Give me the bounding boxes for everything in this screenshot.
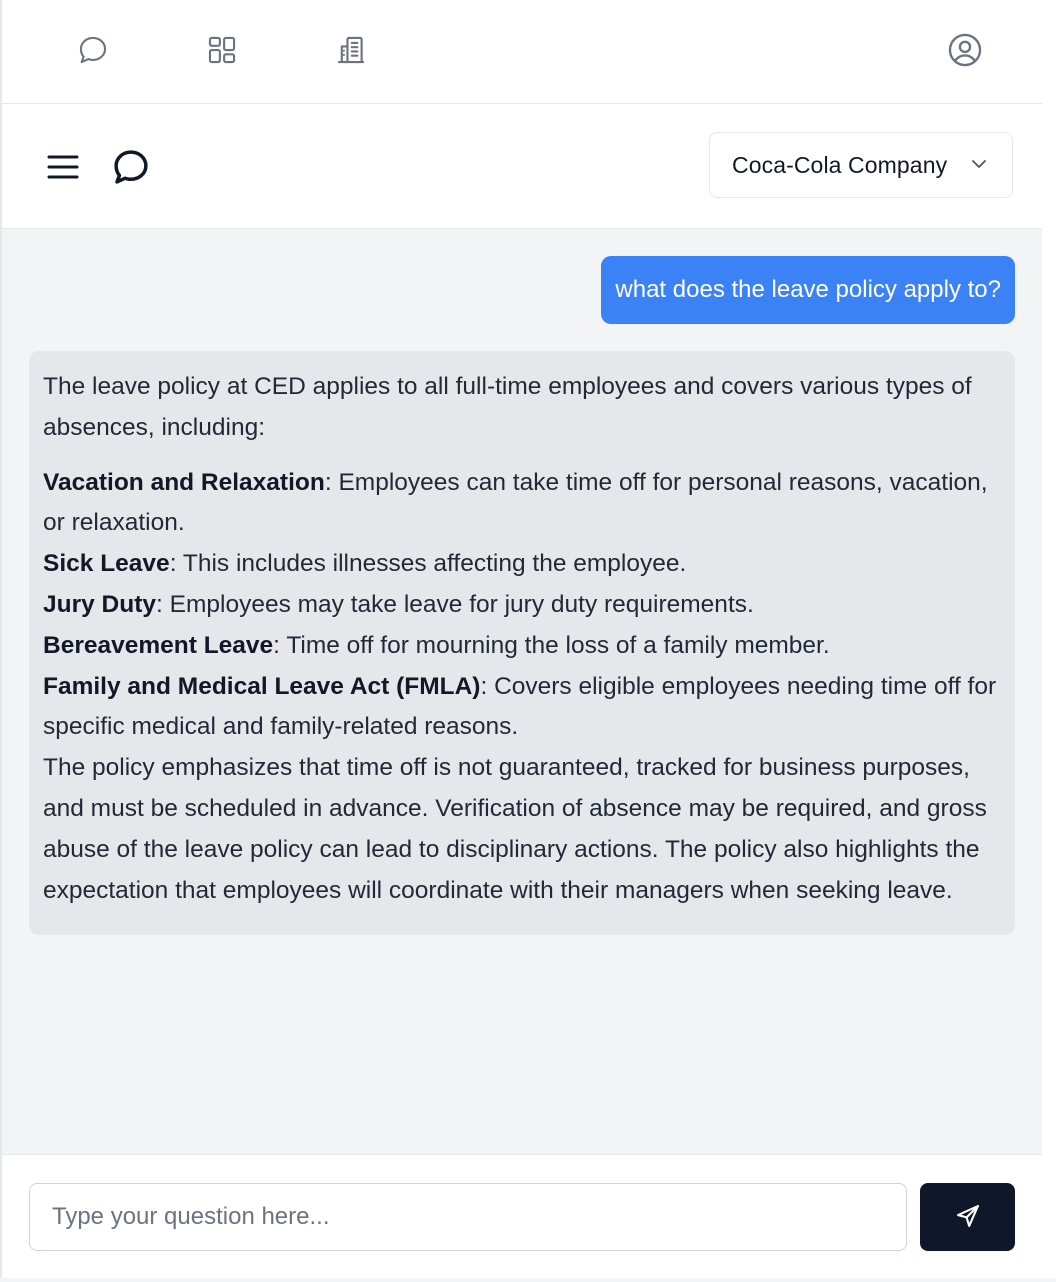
grid-icon[interactable] [203, 31, 241, 69]
question-input[interactable] [29, 1183, 907, 1251]
policy-item-term: Family and Medical Leave Act (FMLA) [43, 672, 481, 700]
assistant-intro: The leave policy at CED applies to all f… [43, 373, 972, 441]
assistant-summary: The policy emphasizes that time off is n… [43, 754, 987, 904]
send-icon [954, 1202, 982, 1233]
chat-messages: what does the leave policy apply to? The… [2, 229, 1042, 1154]
assistant-message: The leave policy at CED applies to all f… [29, 351, 1015, 936]
policy-item-term: Bereavement Leave [43, 631, 274, 659]
policy-item: Jury Duty: Employees may take leave for … [43, 585, 1001, 626]
policy-item-term: Sick Leave [43, 550, 170, 578]
policy-item-term: Jury Duty [43, 590, 157, 618]
policy-item: Vacation and Relaxation: Employees can t… [43, 463, 1001, 545]
policy-item-term: Vacation and Relaxation [43, 468, 325, 496]
chat-nav-icon[interactable] [74, 31, 112, 69]
policy-item-text: : Time off for mourning the loss of a fa… [273, 631, 830, 659]
message-composer [2, 1154, 1042, 1281]
send-button[interactable] [920, 1183, 1015, 1251]
app-window: Coca-Cola Company what does the leave po… [2, 0, 1042, 1281]
chevron-down-icon [970, 157, 988, 176]
policy-item-text: : This includes illnesses affecting the … [169, 550, 687, 578]
hamburger-menu-icon[interactable] [44, 150, 82, 184]
policy-item: Family and Medical Leave Act (FMLA): Cov… [43, 667, 1001, 749]
top-navigation [2, 0, 1042, 104]
user-message: what does the leave policy apply to? [601, 256, 1015, 324]
company-select[interactable]: Coca-Cola Company [709, 132, 1013, 198]
company-select-value: Coca-Cola Company [732, 151, 948, 178]
building-icon[interactable] [332, 31, 370, 69]
policy-item: Bereavement Leave: Time off for mourning… [43, 626, 1001, 667]
chat-header: Coca-Cola Company [2, 104, 1042, 229]
policy-item-text: : Employees may take leave for jury duty… [156, 590, 754, 618]
policy-item: Sick Leave: This includes illnesses affe… [43, 544, 1001, 585]
chat-bubble-icon [108, 146, 154, 188]
user-circle-icon[interactable] [946, 31, 984, 69]
